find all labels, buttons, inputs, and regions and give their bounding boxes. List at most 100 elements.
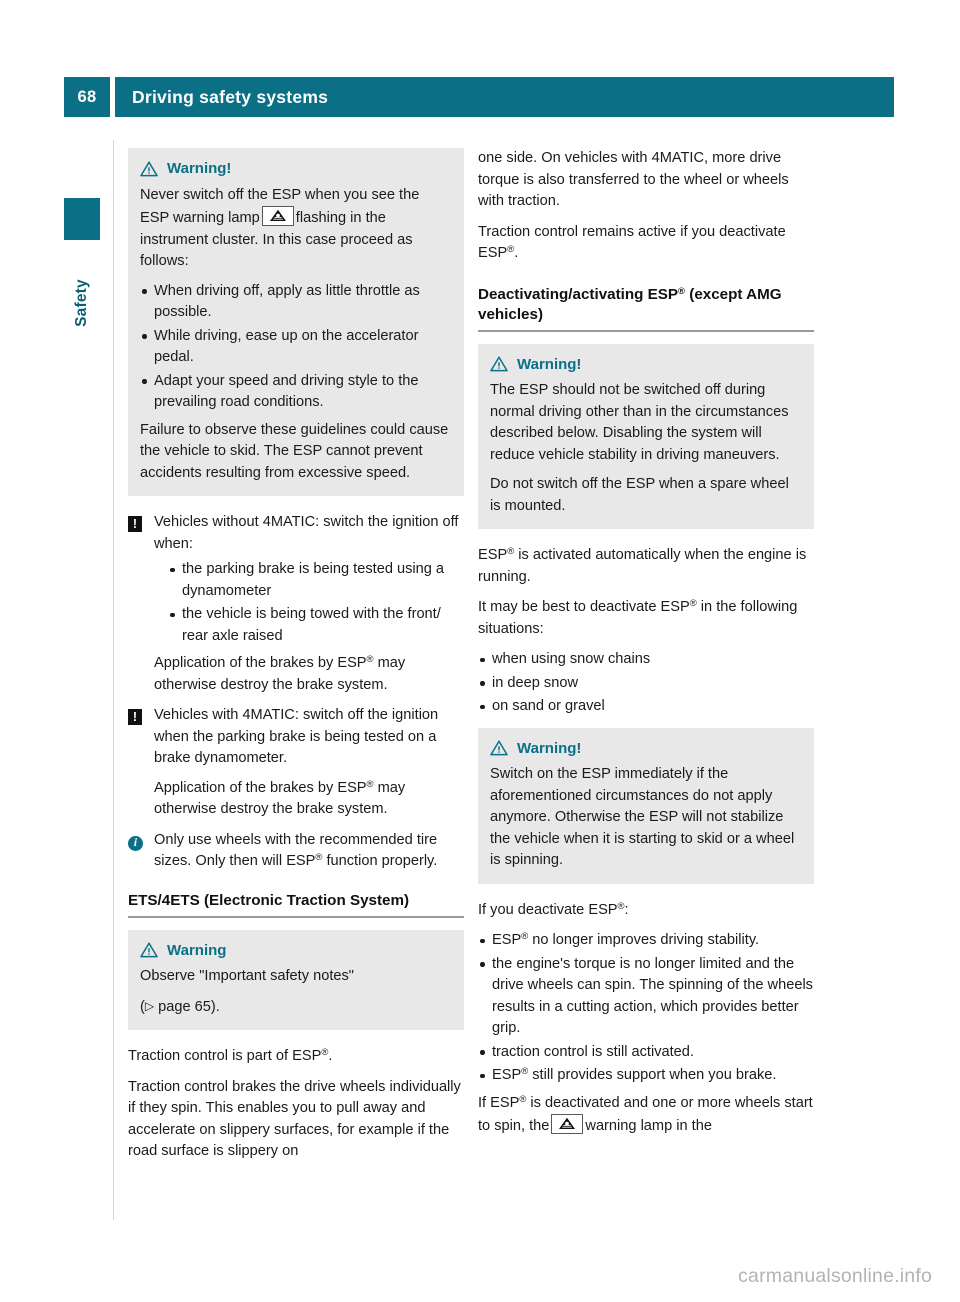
note-lead-text: Vehicles without 4MATIC: switch the igni… <box>154 514 459 552</box>
right-paragraph-4: It may be best to deactivate ESP® in the… <box>478 597 814 640</box>
paragraph-after-esp: . <box>514 245 519 261</box>
exclamation-box-icon: ! <box>128 707 142 729</box>
closing-before-esp: If ESP <box>478 1094 520 1111</box>
paragraph-after-esp: . <box>328 1048 333 1064</box>
list-item: ESP® no longer improves driving stabilit… <box>478 930 814 952</box>
list-item: the engine's torque is no longer limited… <box>478 954 814 1040</box>
warning-triangle-icon <box>140 942 158 958</box>
item-after-esp: still provides support when you brake. <box>528 1067 777 1083</box>
note-bullet-list: the parking brake is being tested using … <box>154 559 464 647</box>
note-lead-text: Vehicles with 4MATIC: switch off the ign… <box>154 707 439 766</box>
item-after-esp: the engine's torque is no longer limited… <box>492 955 813 1037</box>
warning-paragraph-1: The ESP should not be switched off durin… <box>490 382 789 463</box>
warning-title-text: Warning <box>167 941 227 959</box>
warning-bullet-list: When driving off, apply as little thrott… <box>140 281 452 414</box>
page-header: 68 Driving safety systems <box>64 77 894 117</box>
warning-box-esp-switch-off: Warning! The ESP should not be switched … <box>478 343 814 529</box>
list-item: in deep snow <box>478 673 814 695</box>
column-divider-rule <box>113 140 114 1220</box>
esp-warning-lamp-icon <box>261 206 294 226</box>
paragraph-before-esp: It may be best to deactivate ESP <box>478 599 690 615</box>
cross-reference-line: (▷ page 65). <box>140 996 452 1019</box>
info-circle-icon: i <box>128 832 143 854</box>
warning-title-text: Warning! <box>517 355 582 373</box>
left-column: Warning! Never switch off the ESP when y… <box>128 148 464 1163</box>
paragraph-before-esp: If you deactivate ESP <box>478 901 618 918</box>
warning-observe-line: Observe "Important safety notes" <box>140 968 354 984</box>
list-item: When driving off, apply as little thrott… <box>140 281 452 324</box>
section-heading-deactivating-esp: Deactivating/activating ESP® (except AMG… <box>478 285 814 332</box>
item-after-esp: traction control is still activated. <box>492 1043 694 1060</box>
right-paragraph-2: Traction control remains active if you d… <box>478 222 814 265</box>
list-item: when using snow chains <box>478 649 814 671</box>
item-after-esp: no longer improves driving stability. <box>528 932 760 948</box>
warning-box-safety-notes: Warning Observe "Important safety notes"… <box>128 929 464 1030</box>
warning-title-text: Warning! <box>167 160 232 177</box>
paragraph-before-esp: Traction control remains active if you d… <box>478 223 786 262</box>
paragraph-after-esp: : <box>624 901 629 918</box>
traction-control-paragraph-1: Traction control is part of ESP®. <box>128 1046 464 1068</box>
chapter-tab: Safety <box>64 198 100 370</box>
info-note-wheel-sizes: i Only use wheels with the recommended t… <box>128 830 464 873</box>
warning-triangle-icon <box>490 740 508 756</box>
registered-mark: ® <box>689 598 697 609</box>
warning-box-header: Warning! <box>490 738 802 760</box>
item-before-esp: ESP <box>492 1067 522 1083</box>
registered-mark: ® <box>366 654 374 665</box>
list-item: on sand or gravel <box>478 696 814 718</box>
registered-mark: ® <box>366 778 374 790</box>
warning-box-switch-on-esp: Warning! Switch on the ESP immediately i… <box>478 727 814 884</box>
list-item: the vehicle is being towed with the fron… <box>168 604 464 647</box>
paragraph-before-esp: Traction control is part of ESP <box>128 1048 322 1064</box>
chapter-tab-label-wrap: Safety <box>64 250 100 370</box>
reference-text: page 65). <box>154 998 220 1015</box>
right-closing-paragraph: If ESP® is deactivated and one or more w… <box>478 1093 814 1138</box>
warning-box-header: Warning! <box>490 354 802 376</box>
note-closing-before: Application of the brakes by ESP <box>154 655 367 671</box>
paragraph-after-esp: is activated automatically when the engi… <box>478 547 807 585</box>
warning-triangle-icon <box>140 161 158 177</box>
chapter-tab-marker <box>64 198 100 240</box>
registered-mark: ® <box>678 285 686 297</box>
note-vehicles-with-4matic: ! Vehicles with 4MATIC: switch off the i… <box>128 705 464 821</box>
warning-triangle-icon <box>490 356 508 372</box>
list-item: traction control is still activated. <box>478 1042 814 1064</box>
registered-mark: ® <box>617 900 625 912</box>
list-item: Adapt your speed and driving style to th… <box>140 371 452 414</box>
section-heading-ets: ETS/4ETS (Electronic Traction System) <box>128 891 464 918</box>
warning-box-header: Warning! <box>140 158 452 180</box>
heading-before-esp: Deactivating/activating ESP <box>478 285 679 303</box>
exclamation-box-icon: ! <box>128 514 142 536</box>
right-column: one side. On vehicles with 4MATIC, more … <box>478 148 814 1138</box>
warning-closing-paragraph: Failure to observe these guidelines coul… <box>140 421 449 481</box>
right-paragraph-1: one side. On vehicles with 4MATIC, more … <box>478 150 789 209</box>
deactivation-effects-list: ESP® no longer improves driving stabilit… <box>478 930 814 1087</box>
closing-after-lamp: warning lamp in the <box>585 1118 712 1134</box>
list-item: the parking brake is being tested using … <box>168 559 464 602</box>
esp-warning-lamp-icon <box>551 1114 584 1134</box>
site-watermark: carmanualsonline.info <box>738 1265 932 1287</box>
warning-intro-paragraph: Never switch off the ESP when you see th… <box>140 185 452 273</box>
warning-box-header: Warning <box>140 940 452 962</box>
deactivation-situations-list: when using snow chains in deep snow on s… <box>478 649 814 718</box>
page-title: Driving safety systems <box>115 77 894 117</box>
warning-paragraph-1: Switch on the ESP immediately if the afo… <box>490 766 795 868</box>
page-reference-arrow-icon: ▷ <box>144 998 155 1013</box>
note-closing-paragraph: Application of the brakes by ESP® may ot… <box>154 778 464 821</box>
info-note-after: function properly. <box>322 853 438 869</box>
note-closing-before: Application of the brakes by ESP <box>154 779 367 796</box>
traction-control-paragraph-2: Traction control brakes the drive wheels… <box>128 1078 461 1160</box>
item-before-esp: ESP <box>492 932 522 948</box>
deactivate-lead-paragraph: If you deactivate ESP®: <box>478 900 814 922</box>
warning-paragraph-2: Do not switch off the ESP when a spare w… <box>490 476 789 514</box>
note-vehicles-without-4matic: ! Vehicles without 4MATIC: switch the ig… <box>128 512 464 696</box>
page-number: 68 <box>64 77 110 117</box>
right-paragraph-3: ESP® is activated automatically when the… <box>478 545 814 588</box>
list-item: ESP® still provides support when you bra… <box>478 1065 814 1087</box>
warning-box-esp-lamp: Warning! Never switch off the ESP when y… <box>128 148 464 496</box>
warning-title-text: Warning! <box>517 739 582 757</box>
paragraph-before-esp: ESP <box>478 547 508 563</box>
list-item: While driving, ease up on the accelerato… <box>140 326 452 369</box>
note-closing-paragraph: Application of the brakes by ESP® may ot… <box>154 653 464 696</box>
chapter-tab-label: Safety <box>73 279 90 327</box>
